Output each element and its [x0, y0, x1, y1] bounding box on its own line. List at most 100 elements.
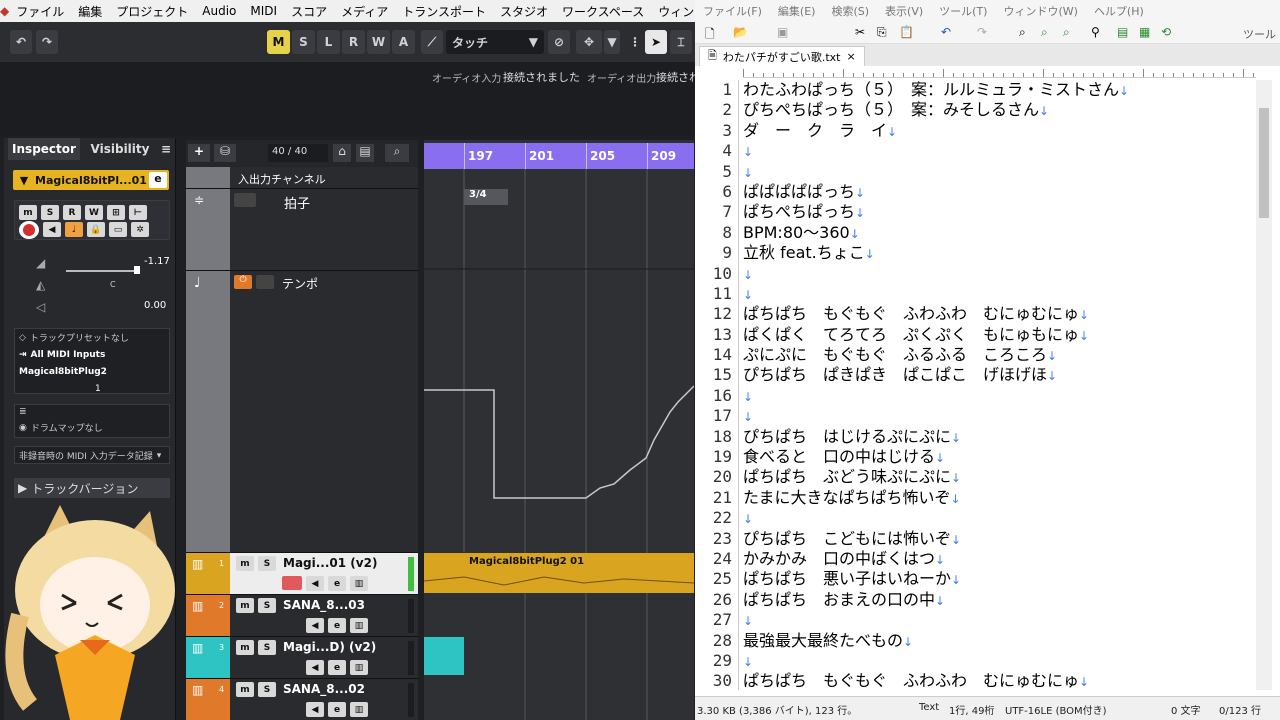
- instrument-editor-icon[interactable]: ▥: [350, 702, 368, 717]
- text-line[interactable]: ぱちぱち もぐもぐ ふわふわ むにゅむにゅ↓: [743, 304, 1256, 324]
- editor-menu-item[interactable]: 検索(S): [823, 3, 877, 19]
- folder-icon[interactable]: ⛁: [214, 144, 236, 162]
- text-line[interactable]: ↓: [743, 651, 1256, 671]
- inspector-track-header[interactable]: ▼ Magical8bitPl...01 e: [13, 170, 169, 190]
- solo-button[interactable]: S: [258, 682, 276, 697]
- vertical-scrollbar[interactable]: [1256, 80, 1272, 690]
- text-line[interactable]: かみかみ 口の中ばくはつ↓: [743, 549, 1256, 569]
- mute-button[interactable]: m: [236, 556, 254, 571]
- settings-icon[interactable]: ✲: [131, 222, 149, 237]
- monitor-icon[interactable]: ◀: [306, 618, 324, 633]
- text-line[interactable]: ぴちぱち ぱきぱき ぱこぱこ げほげほ↓: [743, 365, 1256, 385]
- edit-icon[interactable]: e: [328, 660, 346, 675]
- text-area[interactable]: わたふわぱっち（５） 案：ルルミュラ・ミストさん↓ ぴちぺちぱっち（５） 案：みそ…: [743, 80, 1256, 690]
- editor-menu-item[interactable]: 編集(E): [770, 3, 824, 19]
- text-line[interactable]: ぴちぱち はじけるぷにぷに↓: [743, 427, 1256, 447]
- list-icon[interactable]: ▤: [356, 144, 374, 162]
- text-line[interactable]: ぴちぱち こどもには怖いぞ↓: [743, 529, 1256, 549]
- mode-button-m[interactable]: M: [267, 30, 290, 54]
- monitor-icon[interactable]: ◀: [306, 702, 324, 717]
- text-line[interactable]: ぱちぱち ぶどう味ぷにぷに↓: [743, 467, 1256, 487]
- menu-item[interactable]: メディア: [334, 3, 395, 20]
- sync-icon[interactable]: ⟲: [1161, 25, 1171, 39]
- text-line[interactable]: ↓: [743, 610, 1256, 630]
- mode-button-l[interactable]: L: [317, 30, 340, 54]
- text-line[interactable]: ぱちぱち もぐもぐ ふわふわ むにゅむにゅ↓: [743, 671, 1256, 690]
- lanes-icon[interactable]: ▭: [109, 222, 127, 237]
- text-line[interactable]: ぱちぺちぱっち↓: [743, 202, 1256, 222]
- compare-icon[interactable]: ▤: [1117, 25, 1128, 39]
- home-icon[interactable]: ⌂: [333, 144, 351, 162]
- mode-button-s[interactable]: S: [292, 30, 315, 54]
- midi-input-row[interactable]: ⇥ All MIDI Inputs: [15, 346, 169, 363]
- lock-icon[interactable]: [256, 275, 274, 289]
- lock-icon[interactable]: 🔒: [87, 222, 105, 237]
- record-enable-button[interactable]: [19, 220, 39, 239]
- encoding[interactable]: UTF-16LE (BOM付き): [1005, 702, 1107, 717]
- mode-button-a[interactable]: A: [392, 30, 415, 54]
- editor-menu-item[interactable]: ウィンドウ(W): [995, 3, 1085, 19]
- text-line[interactable]: ダ ー ク ラ イ↓: [743, 121, 1256, 141]
- mute-button[interactable]: m: [236, 640, 254, 655]
- menu-item[interactable]: スコア: [284, 3, 334, 20]
- monitor-icon[interactable]: ◀: [43, 222, 61, 237]
- suspend-icon[interactable]: ⊘: [548, 30, 570, 54]
- solo-button[interactable]: S: [258, 640, 276, 655]
- track-row[interactable]: ▥ 1 m S Magi...01 (v2) ◀ e ▥: [186, 553, 418, 595]
- editor-menu-item[interactable]: ツール(T): [931, 3, 995, 19]
- tools-label[interactable]: ツール: [1243, 26, 1276, 42]
- open-icon[interactable]: 📂: [733, 25, 748, 39]
- text-line[interactable]: 立秋 feat.ちょこ↓: [743, 243, 1256, 263]
- file-tab[interactable]: 🗎 わたパチがすごい歌.txt ×: [699, 46, 865, 66]
- search-next-icon[interactable]: ⌕: [1041, 25, 1048, 40]
- text-line[interactable]: ↓: [743, 386, 1256, 406]
- read-button[interactable]: R: [63, 205, 81, 220]
- midi-channel-row[interactable]: 1: [15, 380, 169, 397]
- project-area[interactable]: 3/4 Magical8bitPlug2 01: [424, 140, 694, 720]
- redo-icon[interactable]: ↷: [977, 25, 987, 39]
- drum-map-row[interactable]: ◉ ドラムマップなし: [15, 419, 169, 436]
- lock-icon[interactable]: [234, 193, 256, 207]
- time-signature-marker[interactable]: 3/4: [464, 189, 508, 205]
- text-line[interactable]: ↓: [743, 141, 1256, 161]
- track-preset-row[interactable]: ◇ トラックプリセットなし: [15, 329, 169, 346]
- mode-button-r[interactable]: R: [342, 30, 365, 54]
- scrollbar-thumb[interactable]: [1259, 108, 1269, 218]
- menu-item[interactable]: ワークスペース: [555, 3, 651, 20]
- signature-track[interactable]: ≑ 拍子: [186, 189, 418, 271]
- midi-event-cyan[interactable]: [424, 637, 464, 675]
- edit-icon[interactable]: e: [328, 576, 346, 591]
- tempo-curve[interactable]: [424, 140, 694, 720]
- collapse-icon[interactable]: ▼: [13, 174, 35, 187]
- menu-item[interactable]: 編集: [71, 3, 109, 20]
- text-line[interactable]: ぱくぱく てろてろ ぷくぷく もにゅもにゅ↓: [743, 325, 1256, 345]
- grep-icon[interactable]: ⚲: [1091, 25, 1100, 39]
- midi-event[interactable]: Magical8bitPlug2 01: [424, 553, 694, 593]
- mode-button-w[interactable]: W: [367, 30, 390, 54]
- instrument-editor-icon[interactable]: ▥: [350, 576, 368, 591]
- text-line[interactable]: ぴちぺちぱっち（５） 案：みそしるさん↓: [743, 100, 1256, 120]
- arrow-tool-icon[interactable]: ✥: [576, 30, 602, 54]
- write-button[interactable]: W: [85, 205, 103, 220]
- timeline-ruler[interactable]: 197 201 205 209: [424, 143, 694, 169]
- menu-item[interactable]: トランスポート: [395, 3, 493, 20]
- object-selection-icon[interactable]: ➤: [645, 30, 667, 54]
- text-line[interactable]: ↓: [743, 284, 1256, 304]
- midi-record-section[interactable]: 非録音時の MIDI 入力データ記録 ▾: [14, 446, 170, 464]
- monitor-icon[interactable]: ◀: [306, 576, 324, 591]
- mute-button[interactable]: m: [236, 598, 254, 613]
- undo-icon[interactable]: ↶: [941, 25, 951, 39]
- automation-icon[interactable]: ⟋: [421, 30, 443, 54]
- search-prev-icon[interactable]: ⌕: [1063, 25, 1070, 40]
- menu-item[interactable]: Audio: [195, 4, 243, 18]
- edit-icon[interactable]: e: [328, 702, 346, 717]
- tempo-track[interactable]: ♩ ⏻ テンポ: [186, 271, 418, 553]
- undo-icon[interactable]: ↶: [10, 30, 32, 54]
- paste-icon[interactable]: 📋: [899, 25, 914, 39]
- menu-item[interactable]: スタジオ: [493, 3, 555, 20]
- editor-menu-item[interactable]: ファイル(F): [695, 3, 770, 19]
- text-line[interactable]: 食べると 口の中はじける↓: [743, 447, 1256, 467]
- record-enable-button[interactable]: [282, 576, 302, 590]
- edit-icon[interactable]: e: [328, 618, 346, 633]
- cut-icon[interactable]: ✂: [855, 25, 865, 39]
